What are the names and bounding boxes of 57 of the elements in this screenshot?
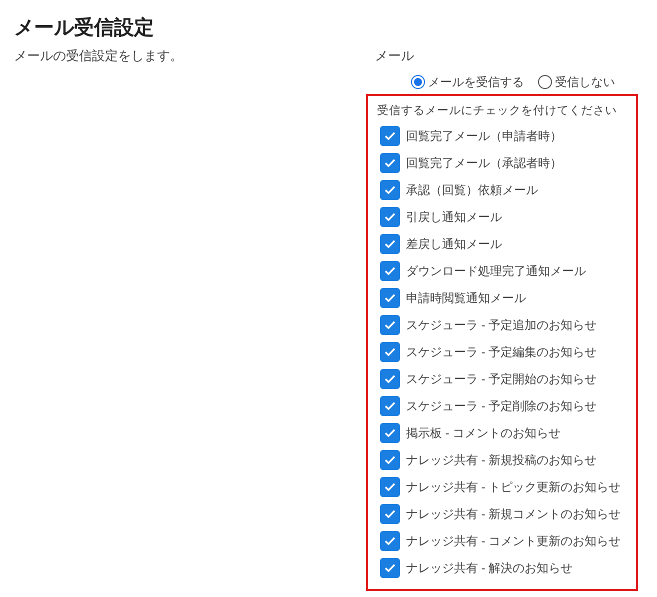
radio-option[interactable]: 受信しない	[538, 73, 615, 91]
checkbox[interactable]	[380, 206, 400, 226]
page-title: メール受信設定	[14, 16, 155, 41]
checkmark-icon	[384, 212, 396, 222]
checkmark-icon	[384, 184, 396, 194]
checkbox-label: スケジューラ - 予定編集のお知らせ	[406, 344, 597, 360]
checkmark-icon	[384, 508, 396, 518]
checkbox-label: スケジューラ - 予定追加のお知らせ	[406, 316, 597, 334]
checkbox[interactable]	[380, 396, 400, 416]
checkbox-label: ナレッジ共有 - 新規コメントのお知らせ	[406, 506, 621, 522]
checkbox[interactable]	[380, 180, 400, 200]
checkbox-label: 回覧完了メール（申請者時）	[406, 128, 562, 144]
checkmark-icon	[384, 374, 396, 384]
checkbox-label: ナレッジ共有 - 解決のお知らせ	[406, 560, 573, 576]
checkbox[interactable]	[380, 260, 400, 280]
checkbox[interactable]	[380, 450, 400, 470]
checkbox-label: ナレッジ共有 - コメント更新のお知らせ	[406, 532, 621, 550]
checkmark-icon	[384, 454, 396, 464]
checkbox[interactable]	[380, 368, 400, 388]
checkmark-icon	[384, 428, 396, 438]
page-description: メールの受信設定をします。	[14, 47, 184, 65]
checkbox[interactable]	[380, 530, 400, 550]
checkbox-label: 差戻し通知メール	[406, 236, 502, 252]
checkbox-label: ナレッジ共有 - トピック更新のお知らせ	[406, 478, 621, 496]
checkmark-icon	[384, 562, 396, 572]
checkmark-icon	[384, 346, 396, 356]
checkmark-icon	[384, 266, 396, 276]
checkbox-label: ダウンロード処理完了通知メール	[406, 262, 586, 280]
checkbox-label: ナレッジ共有 - 新規投稿のお知らせ	[406, 452, 597, 468]
radio-option[interactable]: メールを受信する	[411, 73, 524, 91]
field-label: メール	[375, 47, 414, 65]
checkbox[interactable]	[380, 288, 400, 308]
checkbox[interactable]	[380, 476, 400, 496]
checkbox[interactable]	[380, 126, 400, 146]
checkbox[interactable]	[380, 152, 400, 172]
instruction-text: 受信するメールにチェックを付けてください	[377, 103, 617, 119]
checkbox[interactable]	[380, 234, 400, 254]
checkmark-icon	[384, 320, 396, 330]
checkbox-label: スケジューラ - 予定開始のお知らせ	[406, 370, 597, 388]
checkbox-label: 承認（回覧）依頼メール	[406, 182, 538, 198]
checkmark-icon	[384, 238, 396, 248]
checkmark-icon	[384, 130, 396, 140]
checkmark-icon	[384, 482, 396, 492]
checkbox[interactable]	[380, 504, 400, 524]
checkbox-label: スケジューラ - 予定削除のお知らせ	[406, 398, 597, 414]
checkmark-icon	[384, 158, 396, 168]
checkmark-icon	[384, 292, 396, 302]
checkmark-icon	[384, 400, 396, 410]
checkmark-icon	[384, 536, 396, 546]
checkbox[interactable]	[380, 314, 400, 334]
checkbox-label: 掲示板 - コメントのお知らせ	[406, 424, 561, 442]
checkbox[interactable]	[380, 558, 400, 578]
checkbox-label: 引戻し通知メール	[406, 208, 502, 226]
checkbox[interactable]	[380, 422, 400, 442]
checkbox-label: 回覧完了メール（承認者時）	[406, 154, 562, 172]
checkbox[interactable]	[380, 342, 400, 362]
checkbox-label: 申請時閲覧通知メール	[406, 290, 526, 306]
